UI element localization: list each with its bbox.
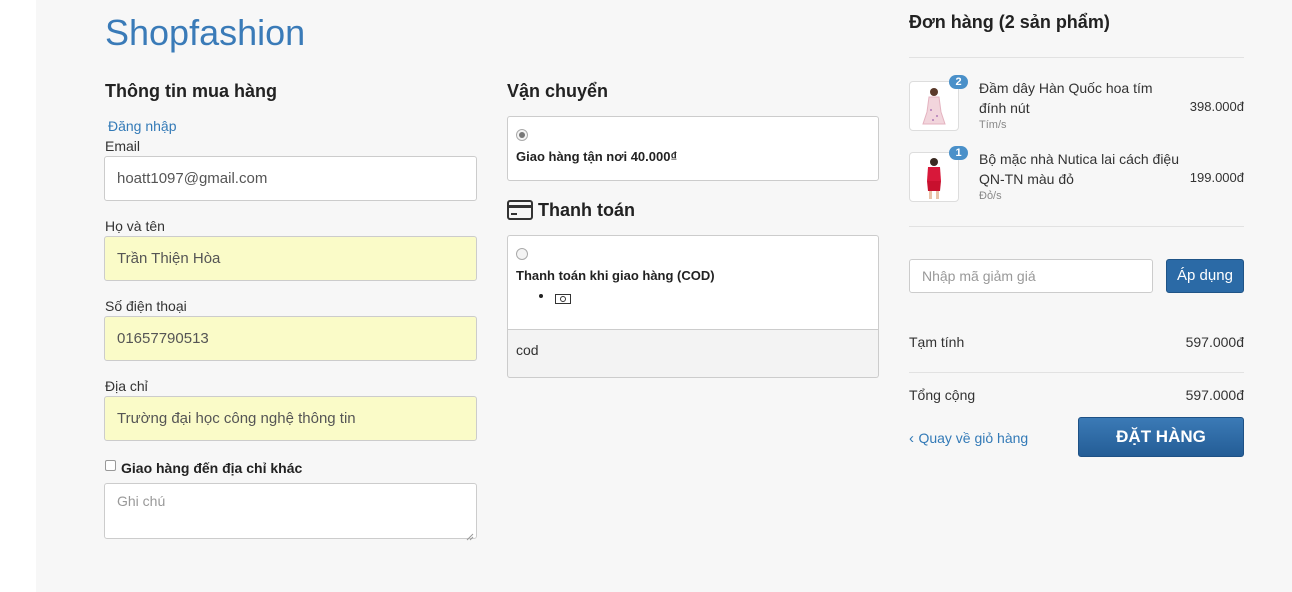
customer-info-title: Thông tin mua hàng — [105, 81, 277, 101]
payment-option-label[interactable]: Thanh toán khi giao hàng (COD) — [516, 268, 715, 283]
email-label: Email — [105, 138, 141, 154]
divider — [909, 57, 1244, 58]
product-price: 398.000đ — [1189, 99, 1244, 114]
quantity-badge: 1 — [949, 146, 968, 160]
money-icon — [555, 291, 571, 309]
ship-other-checkbox[interactable] — [105, 460, 116, 471]
payment-title: Thanh toán — [538, 200, 635, 220]
product-thumbnail — [909, 152, 959, 202]
back-to-cart-link[interactable]: ‹ Quay về giỏ hàng — [909, 430, 1028, 448]
product-variant: Tím/s — [979, 119, 1007, 131]
divider — [909, 372, 1244, 373]
email-field[interactable]: hoatt1097@gmail.com — [104, 156, 477, 201]
phone-field[interactable]: 01657790513 — [104, 316, 477, 361]
list-bullet — [539, 294, 543, 298]
back-to-cart-label[interactable]: Quay về giỏ hàng — [918, 430, 1028, 446]
total-value: 597.000đ — [1185, 387, 1244, 403]
total-label: Tổng cộng — [909, 387, 976, 403]
order-title: Đơn hàng (2 sản phẩm) — [909, 12, 1110, 32]
apply-discount-button[interactable]: Áp dụng — [1166, 259, 1244, 293]
name-field[interactable]: Trần Thiện Hòa — [104, 236, 477, 281]
subtotal-label: Tạm tính — [909, 334, 965, 350]
brand-logo[interactable]: Shopfashion — [105, 12, 305, 54]
product-price: 199.000đ — [1189, 170, 1244, 185]
credit-card-icon — [507, 200, 533, 225]
name-label: Họ và tên — [105, 218, 165, 234]
phone-label: Số điện thoại — [105, 298, 187, 314]
chevron-left-icon: ‹ — [909, 430, 914, 447]
address-label: Địa chỉ — [105, 378, 148, 394]
product-variant: Đỏ/s — [979, 190, 1002, 202]
login-link[interactable]: Đăng nhập — [108, 118, 177, 134]
product-thumbnail — [909, 81, 959, 131]
shipping-radio[interactable] — [516, 129, 528, 141]
quantity-badge: 2 — [949, 75, 968, 89]
resize-handle-icon[interactable] — [466, 528, 474, 541]
subtotal-value: 597.000đ — [1185, 334, 1244, 350]
shipping-option-label[interactable]: Giao hàng tận nơi 40.000₫ — [516, 149, 677, 164]
ship-other-label[interactable]: Giao hàng đến địa chỉ khác — [121, 460, 302, 476]
payment-radio[interactable] — [516, 248, 528, 260]
payment-description: cod — [516, 342, 539, 358]
product-name: Đầm dây Hàn Quốc hoa tím đính nút — [979, 80, 1153, 116]
payment-description-box — [507, 330, 879, 378]
shipping-title: Vận chuyển — [507, 81, 609, 101]
place-order-button[interactable]: ĐẶT HÀNG — [1078, 417, 1244, 457]
note-field[interactable]: Ghi chú — [104, 483, 477, 539]
discount-code-input[interactable]: Nhập mã giảm giá — [909, 259, 1153, 293]
address-field[interactable]: Trường đại học công nghệ thông tin — [104, 396, 477, 441]
divider — [909, 226, 1244, 227]
